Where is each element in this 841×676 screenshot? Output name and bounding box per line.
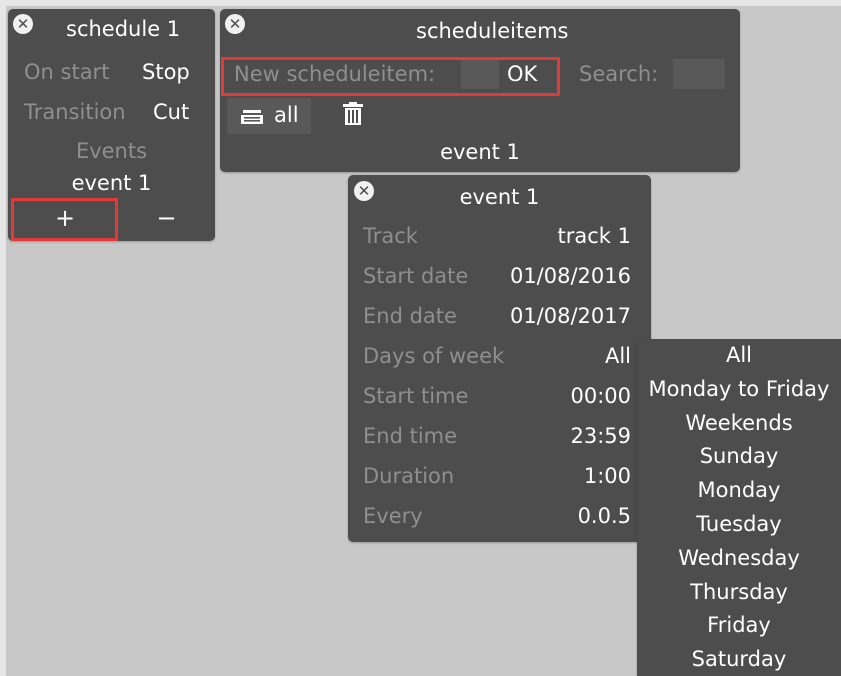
event-list-item[interactable]: event 1	[8, 171, 215, 195]
all-filter-button[interactable]: all	[227, 98, 311, 134]
trash-icon[interactable]	[343, 102, 363, 126]
event-prop-value[interactable]: 01/08/2016	[510, 264, 631, 288]
day-option[interactable]: Monday to Friday	[637, 377, 841, 401]
close-icon[interactable]: ✕	[225, 14, 245, 34]
add-event-highlight	[11, 198, 118, 241]
days-of-week-dropdown: All Monday to Friday Weekends Sunday Monday T…	[637, 339, 841, 676]
day-option[interactable]: Saturday	[637, 647, 841, 671]
left-border	[0, 0, 6, 676]
schedule-title: schedule 1	[66, 17, 181, 41]
day-option[interactable]: Sunday	[637, 444, 841, 468]
scheduleitems-title: scheduleitems	[416, 19, 569, 43]
event-prop-value[interactable]: 00:00	[570, 384, 631, 408]
day-option[interactable]: Thursday	[637, 580, 841, 604]
search-label: Search:	[579, 62, 659, 86]
day-option[interactable]: Friday	[637, 613, 841, 637]
list-icon	[241, 110, 263, 124]
transition-label: Transition	[24, 100, 126, 124]
on-start-value[interactable]: Stop	[142, 60, 190, 84]
event-prop-label: End time	[363, 424, 458, 448]
event-prop-value[interactable]: track 1	[558, 224, 631, 248]
event-prop-value[interactable]: 0.0.5	[578, 504, 631, 528]
event-prop-value[interactable]: 1:00	[584, 464, 631, 488]
event-prop-value[interactable]: 23:59	[570, 424, 631, 448]
day-option[interactable]: All	[637, 343, 841, 367]
event-title: event 1	[459, 185, 540, 209]
day-option[interactable]: Tuesday	[637, 512, 841, 536]
top-border	[0, 0, 841, 6]
transition-value[interactable]: Cut	[153, 100, 189, 124]
event-prop-value[interactable]: 01/08/2017	[510, 304, 631, 328]
on-start-label: On start	[24, 60, 110, 84]
event-prop-label: End date	[363, 304, 457, 328]
event-panel: ✕ event 1 Track track 1 Start date 01/08/20…	[348, 175, 651, 542]
all-filter-label: all	[274, 103, 299, 127]
day-option[interactable]: Monday	[637, 478, 841, 502]
events-label: Events	[75, 139, 148, 163]
event-prop-label: Start date	[363, 264, 469, 288]
event-prop-label: Duration	[363, 464, 455, 488]
event-prop-label: Every	[363, 504, 423, 528]
day-option[interactable]: Wednesday	[637, 546, 841, 570]
search-input[interactable]	[673, 59, 725, 89]
event-prop-value[interactable]: All	[605, 344, 631, 368]
scheduleitem-list-item[interactable]: event 1	[220, 140, 740, 164]
event-prop-label: Track	[363, 224, 418, 248]
remove-event-button[interactable]: −	[118, 199, 215, 237]
close-icon[interactable]: ✕	[13, 14, 33, 34]
event-prop-label: Start time	[363, 384, 469, 408]
event-prop-label: Days of week	[363, 344, 505, 368]
new-scheduleitem-highlight	[221, 57, 560, 96]
day-option[interactable]: Weekends	[637, 411, 841, 435]
